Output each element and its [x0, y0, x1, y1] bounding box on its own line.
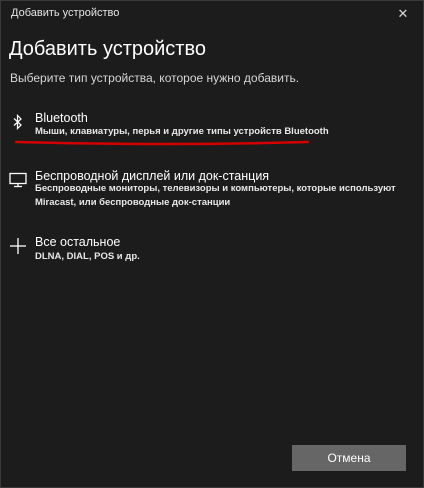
- monitor-icon: [9, 171, 27, 189]
- option-everything-else[interactable]: Все остальное DLNA, DIAL, POS и др.: [1, 233, 423, 267]
- add-device-dialog: Добавить устройство ✕ Добавить устройств…: [0, 0, 424, 488]
- option-everything-else-title: Все остальное: [35, 235, 121, 249]
- option-bluetooth-title: Bluetooth: [35, 111, 88, 125]
- option-wireless-display[interactable]: Беспроводной дисплей или док-станция Бес…: [1, 165, 423, 213]
- option-wireless-display-title: Беспроводной дисплей или док-станция: [35, 169, 270, 183]
- page-subtitle: Выберите тип устройства, которое нужно д…: [10, 71, 300, 85]
- option-wireless-display-description: Беспроводные мониторы, телевизоры и комп…: [35, 183, 396, 208]
- red-annotation-underline: [15, 140, 309, 146]
- option-everything-else-description: DLNA, DIAL, POS и др.: [35, 251, 140, 262]
- close-icon: ✕: [397, 6, 409, 22]
- plus-icon: [9, 237, 27, 255]
- window-title: Добавить устройство: [11, 7, 120, 19]
- title-bar: Добавить устройство ✕: [1, 1, 423, 27]
- page-title: Добавить устройство: [9, 38, 206, 60]
- bluetooth-icon: [9, 113, 27, 131]
- cancel-button[interactable]: Отмена: [292, 445, 406, 471]
- close-button[interactable]: ✕: [383, 1, 423, 27]
- option-bluetooth-description: Мыши, клавиатуры, перья и другие типы ус…: [35, 126, 329, 137]
